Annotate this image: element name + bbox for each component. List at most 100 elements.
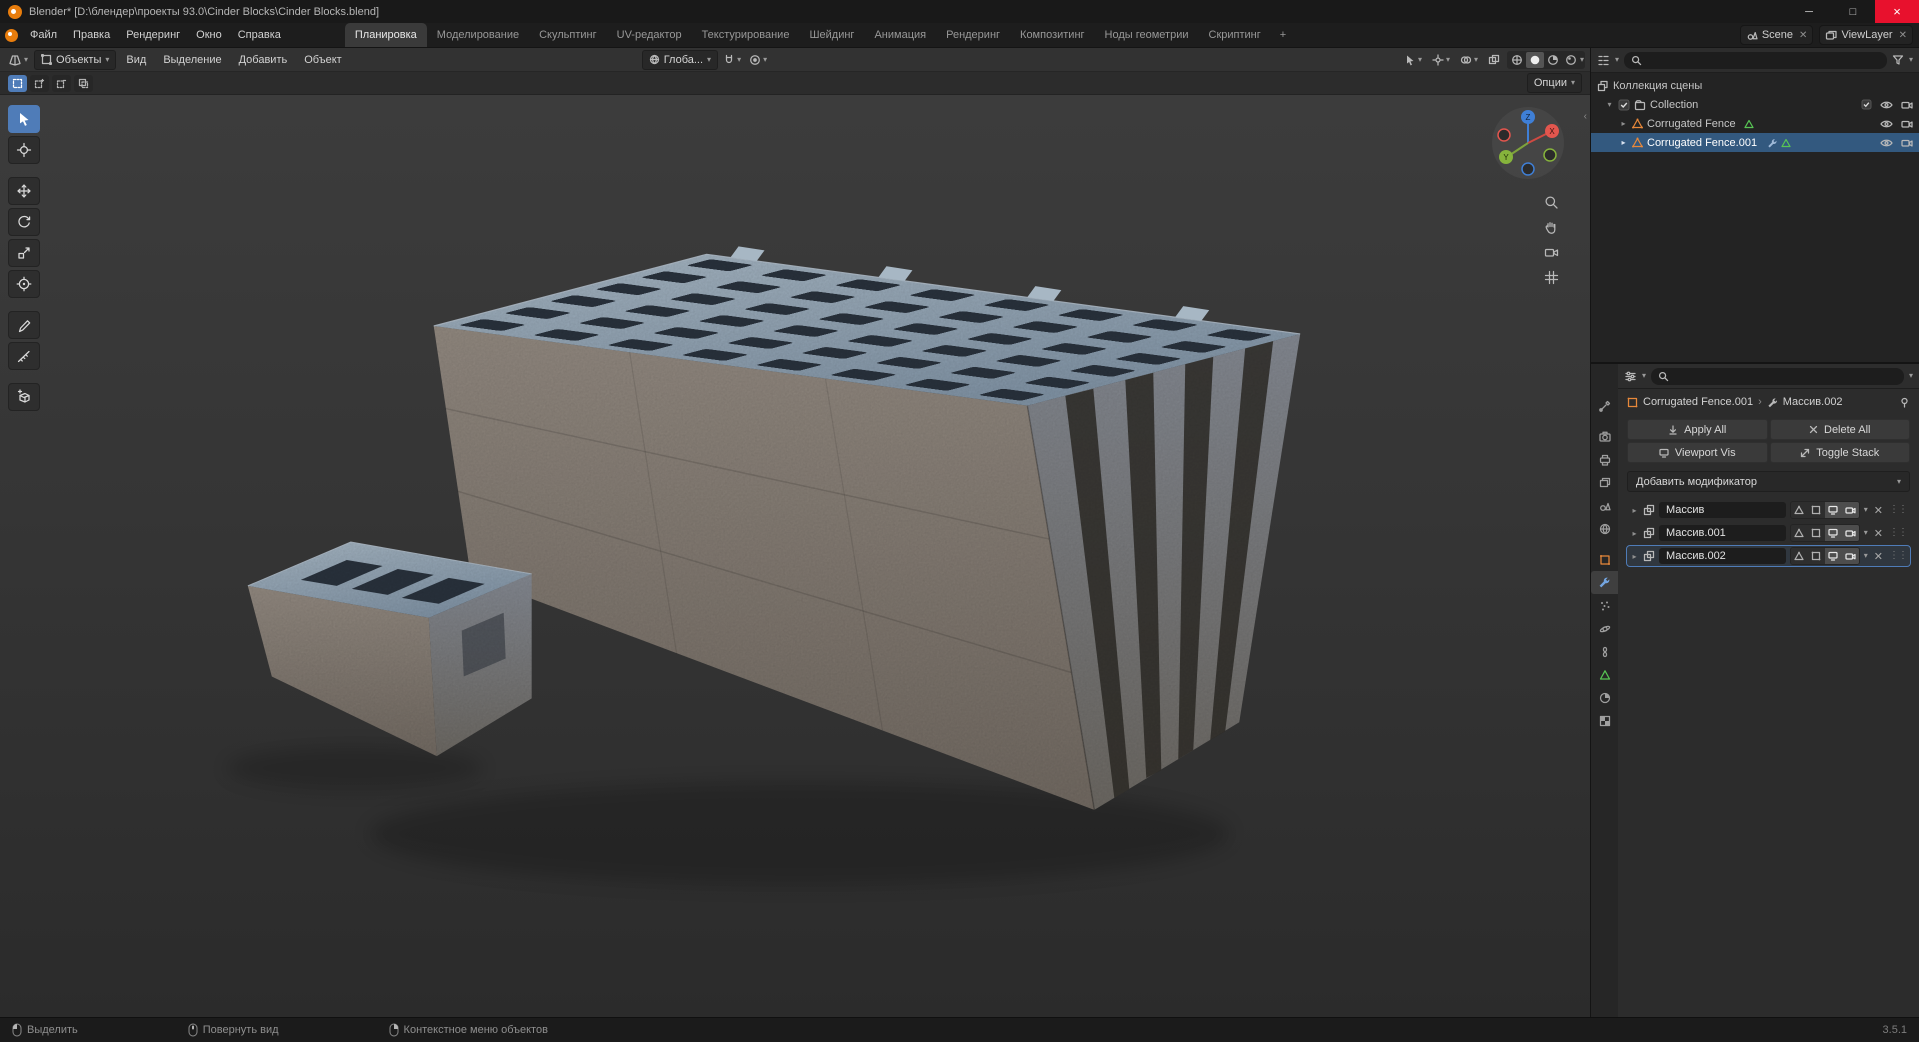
ortho-toggle-button[interactable] xyxy=(1544,270,1559,285)
props-tab-object[interactable] xyxy=(1591,548,1618,571)
modifier-name-field[interactable]: Массив xyxy=(1659,502,1786,518)
xray-toggle[interactable] xyxy=(1485,50,1503,69)
props-tab-data[interactable] xyxy=(1591,663,1618,686)
modifier-oncage-toggle[interactable] xyxy=(1790,502,1808,518)
tool-add-cube[interactable] xyxy=(8,383,40,411)
scene-selector[interactable]: Scene ✕ xyxy=(1739,25,1814,45)
rendered-shading-button[interactable] xyxy=(1562,52,1580,68)
render-camera-icon[interactable] xyxy=(1901,119,1913,129)
viewlayer-unlink-icon[interactable]: ✕ xyxy=(1899,30,1907,41)
blender-app-menu[interactable] xyxy=(0,23,22,47)
drag-handle[interactable]: ⋮⋮ xyxy=(1889,505,1908,515)
scene-unlink-icon[interactable]: ✕ xyxy=(1799,30,1807,41)
region-collapse-arrow[interactable]: ‹ xyxy=(1584,111,1587,122)
eye-icon[interactable] xyxy=(1880,119,1893,129)
solid-shading-button[interactable] xyxy=(1525,51,1544,68)
props-tab-constraints[interactable] xyxy=(1591,640,1618,663)
modifier-oncage-toggle[interactable] xyxy=(1790,525,1808,541)
properties-search-input[interactable] xyxy=(1673,369,1897,383)
modifier-delete-button[interactable]: ✕ xyxy=(1872,550,1885,563)
breadcrumb-modifier[interactable]: Массив.002 xyxy=(1783,396,1843,408)
modifier-render-toggle[interactable] xyxy=(1841,502,1859,518)
camera-view-button[interactable] xyxy=(1544,245,1559,260)
modifier-row-array-002[interactable]: ▸ Массив.002 ▾ ✕ ⋮⋮ xyxy=(1626,545,1911,567)
zoom-button[interactable] xyxy=(1544,195,1559,210)
add-modifier-dropdown[interactable]: Добавить модификатор ▾ xyxy=(1627,471,1910,492)
toggle-stack-button[interactable]: Toggle Stack xyxy=(1769,442,1910,463)
modifier-render-toggle[interactable] xyxy=(1841,525,1859,541)
tool-measure[interactable] xyxy=(8,342,40,370)
expand-chevron-icon[interactable]: ▸ xyxy=(1630,552,1639,561)
select-mode-extend[interactable] xyxy=(30,74,49,92)
proportional-editing-toggle[interactable]: ▾ xyxy=(746,50,770,69)
select-mode-set[interactable] xyxy=(8,74,27,92)
gizmos-dropdown[interactable]: ▾ xyxy=(1429,50,1453,69)
modifier-extras-button[interactable]: ▾ xyxy=(1864,506,1868,514)
checkbox-icon[interactable] xyxy=(1618,99,1630,111)
modifier-extras-button[interactable]: ▾ xyxy=(1864,529,1868,537)
options-dropdown[interactable]: Опции ▾ xyxy=(1526,73,1582,93)
viewport-menu-add[interactable]: Добавить xyxy=(232,48,295,71)
viewport-menu-object[interactable]: Объект xyxy=(297,48,348,71)
menu-edit[interactable]: Правка xyxy=(65,23,118,47)
viewport-vis-button[interactable]: Viewport Vis xyxy=(1627,442,1768,463)
properties-editor-icon[interactable] xyxy=(1624,370,1637,383)
orientation-dropdown[interactable]: Глоба... ▾ xyxy=(641,49,719,70)
pan-hand-button[interactable] xyxy=(1544,220,1559,235)
collection-row[interactable]: ▾ Collection xyxy=(1591,95,1919,114)
filter-icon[interactable] xyxy=(1892,54,1904,66)
select-mode-subtract[interactable] xyxy=(52,74,71,92)
modifier-realtime-toggle[interactable] xyxy=(1824,525,1842,541)
tool-annotate[interactable] xyxy=(8,311,40,339)
tab-animation[interactable]: Анимация xyxy=(864,23,936,47)
tab-geometry-nodes[interactable]: Ноды геометрии xyxy=(1095,23,1199,47)
tool-scale[interactable] xyxy=(8,239,40,267)
tab-texture-paint[interactable]: Текстурирование xyxy=(692,23,800,47)
drag-handle[interactable]: ⋮⋮ xyxy=(1889,528,1908,538)
tab-modeling[interactable]: Моделирование xyxy=(427,23,529,47)
modifier-extras-button[interactable]: ▾ xyxy=(1864,552,1868,560)
tab-layout[interactable]: Планировка xyxy=(344,23,427,47)
modifier-delete-button[interactable]: ✕ xyxy=(1872,504,1885,517)
scene-collection-row[interactable]: Коллекция сцены xyxy=(1591,76,1919,95)
modifier-render-toggle[interactable] xyxy=(1841,548,1859,564)
menu-render[interactable]: Рендеринг xyxy=(118,23,188,47)
viewport-canvas[interactable]: Z X Y ‹ xyxy=(0,95,1590,1017)
breadcrumb-object[interactable]: Corrugated Fence.001 xyxy=(1643,396,1753,408)
modifier-name-field[interactable]: Массив.002 xyxy=(1659,548,1786,564)
apply-all-button[interactable]: Apply All xyxy=(1627,419,1768,440)
tab-scripting[interactable]: Скриптинг xyxy=(1199,23,1271,47)
tool-cursor[interactable] xyxy=(8,136,40,164)
tool-move[interactable] xyxy=(8,177,40,205)
window-minimize-button[interactable]: ─ xyxy=(1787,0,1831,23)
menu-file[interactable]: Файл xyxy=(22,23,65,47)
pin-icon[interactable] xyxy=(1899,397,1910,408)
modifier-editmode-toggle[interactable] xyxy=(1807,502,1825,518)
tab-compositing[interactable]: Композитинг xyxy=(1010,23,1095,47)
expand-chevron-icon[interactable]: ▸ xyxy=(1630,529,1639,538)
modifier-oncage-toggle[interactable] xyxy=(1790,548,1808,564)
modifier-editmode-toggle[interactable] xyxy=(1807,525,1825,541)
props-tab-output[interactable] xyxy=(1591,448,1618,471)
props-tab-tool[interactable] xyxy=(1591,394,1618,417)
viewport-menu-view[interactable]: Вид xyxy=(119,48,153,71)
navigation-gizmo[interactable]: Z X Y xyxy=(1490,105,1566,184)
mode-dropdown[interactable]: Объекты ▾ xyxy=(34,49,117,70)
props-tab-physics[interactable] xyxy=(1591,617,1618,640)
snap-toggle[interactable]: ▾ xyxy=(720,50,744,69)
drag-handle[interactable]: ⋮⋮ xyxy=(1889,551,1908,561)
viewport-menu-select[interactable]: Выделение xyxy=(156,48,228,71)
props-tab-scene[interactable] xyxy=(1591,494,1618,517)
overlays-dropdown[interactable]: ▾ xyxy=(1457,50,1481,69)
modifier-row-array[interactable]: ▸ Массив ▾ ✕ ⋮⋮ xyxy=(1627,500,1910,520)
disclosure-triangle-icon[interactable]: ▸ xyxy=(1619,138,1628,147)
props-tab-texture[interactable] xyxy=(1591,709,1618,732)
menu-help[interactable]: Справка xyxy=(230,23,289,47)
checkbox-icon[interactable] xyxy=(1861,99,1872,110)
tab-uv-editing[interactable]: UV-редактор xyxy=(607,23,692,47)
modifier-delete-button[interactable]: ✕ xyxy=(1872,527,1885,540)
modifier-editmode-toggle[interactable] xyxy=(1807,548,1825,564)
object-row-corrugated-fence-001[interactable]: ▸ Corrugated Fence.001 xyxy=(1591,133,1919,152)
disclosure-triangle-icon[interactable]: ▾ xyxy=(1605,100,1614,109)
modifier-realtime-toggle[interactable] xyxy=(1824,502,1842,518)
